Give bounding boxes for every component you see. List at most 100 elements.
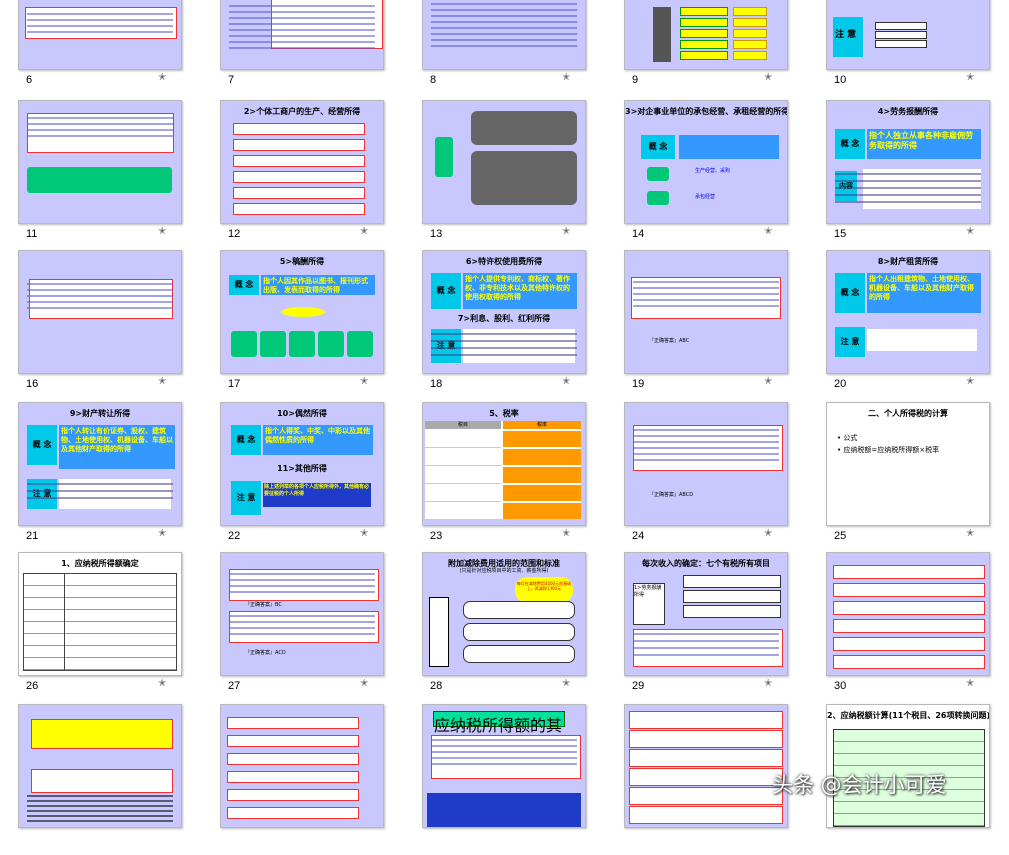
slide-thumbnail-cell[interactable]: [0, 704, 202, 855]
animation-star-icon[interactable]: ✭: [764, 376, 772, 387]
animation-star-icon[interactable]: ✭: [158, 72, 166, 83]
slide-thumbnail[interactable]: 10>偶然所得概 念指个人得奖、中奖、中彩以及其他偶然性质的所得 11>其他所得注…: [220, 402, 384, 526]
animation-star-icon[interactable]: ✭: [158, 678, 166, 689]
slide-thumbnail[interactable]: 1、应纳税所得额确定: [18, 552, 182, 676]
animation-star-icon[interactable]: ✭: [764, 226, 772, 237]
slide-thumbnail[interactable]: 9>财产转让所得概 念指个人转让有价证券、股权、建筑物、土地使用权、机器设备、车…: [18, 402, 182, 526]
content-box: [833, 601, 985, 615]
animation-star-icon[interactable]: ✭: [562, 678, 570, 689]
slide-thumbnail-cell[interactable]: 11 ✭: [0, 100, 202, 251]
slide-thumbnail-cell[interactable]: 『正确答案』BC 『正确答案』ACD 27 ✭: [202, 552, 404, 703]
animation-star-icon[interactable]: ✭: [158, 376, 166, 387]
slide-thumbnail-cell[interactable]: 二、个人所得税的计算 • 公式 • 应纳税额=应纳税所得额×税率 25 ✭: [808, 402, 1009, 553]
slide-thumbnail[interactable]: 5>稿酬所得概 念指个人因其作品以图书、报刊形式出版、发表而取得的所得: [220, 250, 384, 374]
slide-thumbnail[interactable]: 附加减除费用适用的范围和标准 (只是针对应税项目中的工资、薪金所得) 每月在减除费用…: [422, 552, 586, 676]
table-cell: [503, 485, 581, 501]
highlight-box: [427, 793, 581, 827]
animation-star-icon[interactable]: ✭: [158, 528, 166, 539]
diagram-node: [471, 151, 577, 205]
text-line: [431, 347, 577, 349]
slide-thumbnail[interactable]: 5、税率 税目 税率: [422, 402, 586, 526]
slide-thumbnail-cell[interactable]: 5>稿酬所得概 念指个人因其作品以图书、报刊形式出版、发表而取得的所得 17 ✭: [202, 250, 404, 401]
slide-thumbnail-cell[interactable]: 3>对企事业单位的承包经营、承租经营的所得概 念生产经营、采购 承包经营 14 ✭: [606, 100, 808, 251]
text-line: [229, 17, 375, 19]
slide-thumbnail-cell[interactable]: 附加减除费用适用的范围和标准 (只是针对应税项目中的工资、薪金所得) 每月在减除费用…: [404, 552, 606, 703]
slide-thumbnail[interactable]: [422, 0, 586, 70]
slide-thumbnail-cell[interactable]: 1、应纳税所得额确定 26 ✭: [0, 552, 202, 703]
slide-thumbnail[interactable]: 『正确答案』ABCD: [624, 402, 788, 526]
table-row: [834, 754, 984, 766]
slide-thumbnail[interactable]: [18, 0, 182, 70]
animation-star-icon[interactable]: ✭: [966, 528, 974, 539]
animation-star-icon[interactable]: ✭: [360, 376, 368, 387]
content-box: [31, 769, 173, 793]
text-line: [27, 301, 173, 303]
slide-thumbnail[interactable]: 二、个人所得税的计算 • 公式 • 应纳税额=应纳税所得额×税率: [826, 402, 990, 526]
slide-thumbnail[interactable]: [624, 704, 788, 828]
slide-thumbnail-cell[interactable]: 9>财产转让所得概 念指个人转让有价证券、股权、建筑物、土地使用权、机器设备、车…: [0, 402, 202, 553]
slide-thumbnail[interactable]: 每次收入的确定：七个有税所有项目 1>劳务报酬所得: [624, 552, 788, 676]
slide-thumbnail[interactable]: [220, 704, 384, 828]
slide-thumbnail-cell[interactable]: 30 ✭: [808, 552, 1009, 703]
slide-thumbnail-cell[interactable]: 应纳税所得额的其他规定: [404, 704, 606, 855]
animation-star-icon[interactable]: ✭: [764, 678, 772, 689]
slide-thumbnail[interactable]: 4>劳务报酬所得概 念指个人独立从事各种非雇佣劳务取得的所得 内容: [826, 100, 990, 224]
watermark: 头条 @会计小可爱: [772, 773, 947, 797]
slide-thumbnail[interactable]: 2>个体工商户的生产、经营所得: [220, 100, 384, 224]
text-line: [27, 19, 173, 21]
slide-thumbnail-cell[interactable]: 16 ✭: [0, 250, 202, 401]
animation-star-icon[interactable]: ✭: [562, 528, 570, 539]
slide-thumbnail-cell[interactable]: 注 意 10 ✭: [808, 0, 1009, 97]
animation-star-icon[interactable]: ✭: [966, 678, 974, 689]
slide-thumbnail[interactable]: [18, 704, 182, 828]
animation-star-icon[interactable]: ✭: [562, 376, 570, 387]
text-line: [229, 585, 375, 587]
slide-thumbnail[interactable]: 『正确答案』BC 『正确答案』ACD: [220, 552, 384, 676]
slide-thumbnail-cell[interactable]: 5、税率 税目 税率 23 ✭: [404, 402, 606, 553]
animation-star-icon[interactable]: ✭: [360, 678, 368, 689]
text-line: [229, 5, 375, 7]
slide-thumbnail-cell[interactable]: 9 ✭: [606, 0, 808, 97]
slide-thumbnail[interactable]: 2、应纳税额计算(11个税目、26项转换问题): [826, 704, 990, 828]
slide-thumbnail-cell[interactable]: 每次收入的确定：七个有税所有项目 1>劳务报酬所得 29 ✭: [606, 552, 808, 703]
animation-star-icon[interactable]: ✭: [360, 226, 368, 237]
text-line: [27, 800, 173, 802]
slide-thumbnail[interactable]: [18, 100, 182, 224]
slide-thumbnail-cell[interactable]: 8>财产租赁所得概 念指个人出租建筑物、土地使用权、机器设备、车船以及其他财产取…: [808, 250, 1009, 401]
text-line: [27, 805, 173, 807]
animation-star-icon[interactable]: ✭: [158, 226, 166, 237]
slide-thumbnail[interactable]: 6>特许权使用费所得概 念指个人提供专利权、商标权、著作权、非专利技术以及其他特…: [422, 250, 586, 374]
slide-thumbnail-cell[interactable]: 8 ✭: [404, 0, 606, 97]
animation-star-icon[interactable]: ✭: [966, 226, 974, 237]
slide-thumbnail[interactable]: [826, 552, 990, 676]
slide-thumbnail-cell[interactable]: 10>偶然所得概 念指个人得奖、中奖、中彩以及其他偶然性质的所得 11>其他所得注…: [202, 402, 404, 553]
slide-title: 5、税率: [489, 409, 519, 418]
slide-thumbnail[interactable]: 3>对企事业单位的承包经营、承租经营的所得概 念生产经营、采购 承包经营: [624, 100, 788, 224]
animation-star-icon[interactable]: ✭: [764, 72, 772, 83]
slide-thumbnail[interactable]: 注 意: [826, 0, 990, 70]
slide-thumbnail-cell[interactable]: 4>劳务报酬所得概 念指个人独立从事各种非雇佣劳务取得的所得 内容 15 ✭: [808, 100, 1009, 251]
animation-star-icon[interactable]: ✭: [562, 72, 570, 83]
slide-thumbnail-cell[interactable]: 『正确答案』ABCD 24 ✭: [606, 402, 808, 553]
slide-thumbnail-cell[interactable]: 13 ✭: [404, 100, 606, 251]
animation-star-icon[interactable]: ✭: [360, 528, 368, 539]
slide-thumbnail-cell[interactable]: 7: [202, 0, 404, 97]
slide-thumbnail[interactable]: 应纳税所得额的其他规定: [422, 704, 586, 828]
content-box: [233, 187, 365, 199]
animation-star-icon[interactable]: ✭: [562, 226, 570, 237]
slide-thumbnail[interactable]: 『正确答案』ABC: [624, 250, 788, 374]
animation-star-icon[interactable]: ✭: [764, 528, 772, 539]
slide-thumbnail-cell[interactable]: 6 ✭: [0, 0, 202, 97]
slide-thumbnail[interactable]: [220, 0, 384, 70]
slide-thumbnail-cell[interactable]: [202, 704, 404, 855]
animation-star-icon[interactable]: ✭: [966, 376, 974, 387]
slide-thumbnail[interactable]: 8>财产租赁所得概 念指个人出租建筑物、土地使用权、机器设备、车船以及其他财产取…: [826, 250, 990, 374]
income-table: [23, 573, 177, 671]
slide-thumbnail[interactable]: [18, 250, 182, 374]
slide-thumbnail-cell[interactable]: 2>个体工商户的生产、经营所得 12 ✭: [202, 100, 404, 251]
slide-thumbnail[interactable]: [422, 100, 586, 224]
slide-thumbnail[interactable]: [624, 0, 788, 70]
animation-star-icon[interactable]: ✭: [966, 72, 974, 83]
slide-thumbnail-cell[interactable]: 『正确答案』ABC 19 ✭: [606, 250, 808, 401]
slide-thumbnail-cell[interactable]: 6>特许权使用费所得概 念指个人提供专利权、商标权、著作权、非专利技术以及其他特…: [404, 250, 606, 401]
